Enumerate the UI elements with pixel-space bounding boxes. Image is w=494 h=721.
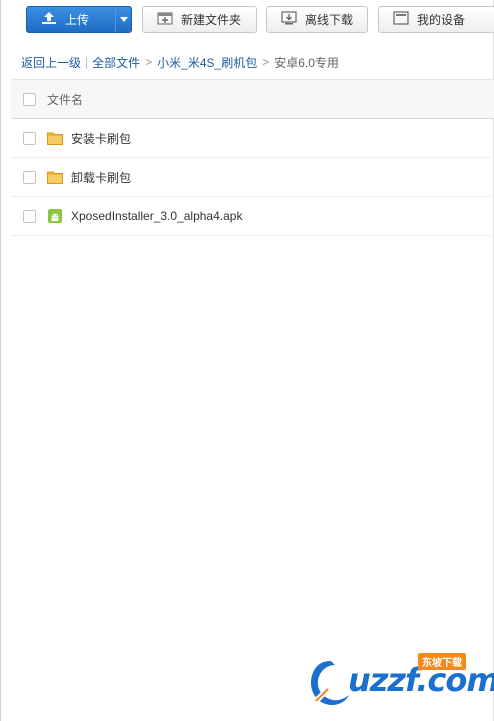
breadcrumb-folder-link[interactable]: 小米_米4S_刷机包 <box>157 54 257 71</box>
row-checkbox[interactable] <box>23 209 36 223</box>
row-checkbox[interactable] <box>23 131 36 145</box>
watermark-badge: 东坡下载 <box>418 653 466 670</box>
new-folder-label: 新建文件夹 <box>181 13 242 27</box>
folder-icon <box>47 169 63 185</box>
breadcrumb-divider: | <box>85 55 89 69</box>
file-row[interactable]: XposedInstaller_3.0_alpha4.apk <box>11 197 494 236</box>
row-checkbox[interactable] <box>23 170 36 184</box>
file-list-header: 文件名 <box>11 79 494 119</box>
new-folder-icon <box>157 11 173 28</box>
android-apk-icon <box>47 208 63 224</box>
offline-download-label: 离线下载 <box>305 13 354 27</box>
upload-dropdown-button[interactable] <box>115 7 131 32</box>
file-name[interactable]: XposedInstaller_3.0_alpha4.apk <box>71 209 242 223</box>
my-devices-label: 我的设备 <box>417 13 466 27</box>
watermark-logo: uzzf.com 东坡下载 <box>308 653 494 709</box>
new-folder-button[interactable]: 新建文件夹 <box>142 6 257 33</box>
breadcrumb-all-files-link[interactable]: 全部文件 <box>92 54 140 71</box>
breadcrumb-separator: > <box>262 55 270 69</box>
upload-icon <box>41 11 57 28</box>
breadcrumb: 返回上一级 | 全部文件 > 小米_米4S_刷机包 > 安卓6.0专用 <box>21 54 339 70</box>
folder-icon <box>47 130 63 146</box>
offline-download-button[interactable]: 离线下载 <box>266 6 368 33</box>
watermark-icon <box>311 661 349 705</box>
device-icon <box>393 11 409 28</box>
offline-download-icon <box>281 11 297 28</box>
breadcrumb-back-link[interactable]: 返回上一级 <box>21 54 81 71</box>
chevron-down-icon <box>119 17 128 22</box>
my-devices-button[interactable]: 我的设备 <box>378 6 494 33</box>
file-row[interactable]: 安装卡刷包 <box>11 119 494 158</box>
left-border <box>0 0 1 721</box>
file-row[interactable]: 卸载卡刷包 <box>11 158 494 197</box>
file-name[interactable]: 安装卡刷包 <box>71 130 131 147</box>
select-all-checkbox[interactable] <box>23 92 36 106</box>
toolbar: 上传 新建文件夹 离线下载 我的设备 <box>0 0 494 44</box>
breadcrumb-current: 安卓6.0专用 <box>274 55 339 70</box>
upload-label: 上传 <box>65 13 90 27</box>
file-name[interactable]: 卸载卡刷包 <box>71 169 131 186</box>
upload-button[interactable]: 上传 <box>26 6 132 33</box>
breadcrumb-separator: > <box>145 55 153 69</box>
column-header-filename[interactable]: 文件名 <box>47 91 83 108</box>
